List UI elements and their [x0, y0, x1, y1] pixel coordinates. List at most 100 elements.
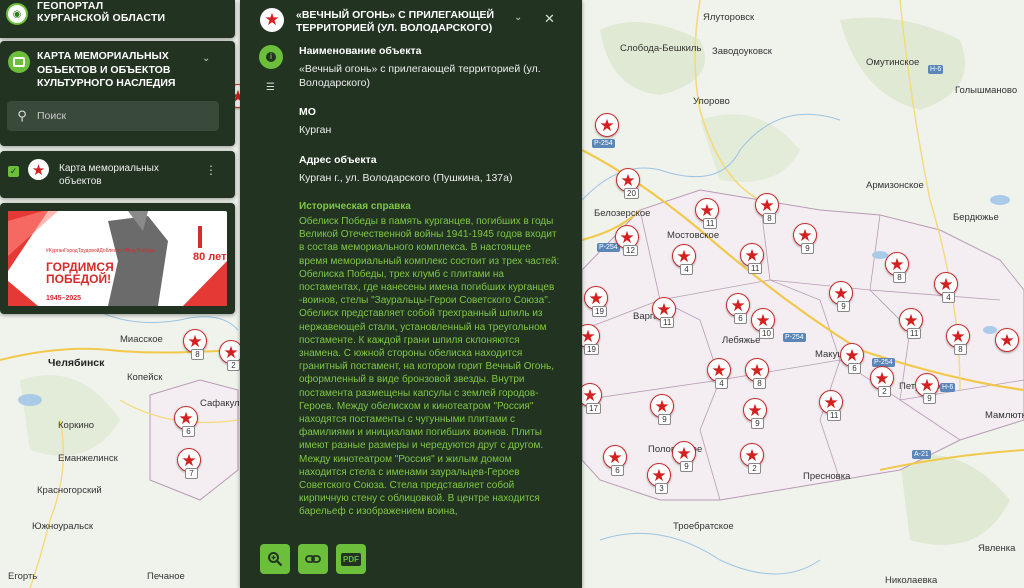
memorial-marker[interactable]: ★ 11 [899, 308, 923, 339]
chevron-down-icon[interactable]: ⌄ [514, 12, 522, 23]
place-label: Миасское [120, 334, 163, 345]
memorial-marker[interactable]: ★ 8 [946, 324, 970, 355]
marker-count: 19 [584, 344, 599, 355]
marker-count: 8 [954, 344, 967, 355]
memorial-marker[interactable]: ★ 9 [793, 223, 817, 254]
memorial-marker[interactable]: ★ 4 [934, 272, 958, 303]
memorial-marker[interactable]: ★ 2 [740, 443, 764, 474]
map-layers-icon [8, 51, 30, 73]
layer-checkbox[interactable]: ✓ [8, 166, 19, 177]
place-label: Омутинское [866, 57, 920, 68]
history-label: Историческая справка [299, 201, 411, 212]
marker-count: 8 [753, 378, 766, 389]
more-options-icon[interactable]: ⋮ [205, 163, 217, 177]
road-label: Р-254 [783, 333, 806, 342]
close-icon[interactable]: ✕ [544, 11, 555, 27]
memorial-marker[interactable]: ★ 4 [672, 244, 696, 275]
copy-link-button[interactable] [298, 544, 328, 574]
marker-count: 9 [837, 301, 850, 312]
memorial-marker[interactable]: ★ 9 [915, 373, 939, 404]
memorial-marker[interactable]: ★ 8 [885, 252, 909, 283]
marker-count: 8 [893, 272, 906, 283]
detail-actions: PDF [260, 544, 366, 574]
place-label: Ялуторовск [703, 12, 755, 23]
memorial-marker[interactable]: ★ 4 [707, 358, 731, 389]
marker-count: 9 [751, 418, 764, 429]
red-star-icon: ★ [995, 328, 1019, 352]
place-label: Николаевка [885, 575, 938, 586]
memorial-marker[interactable]: ★ 20 [616, 168, 640, 199]
history-text: Обелиск Победы в память курганцев, погиб… [299, 216, 560, 518]
place-label: Упорово [693, 96, 730, 107]
marker-count: 2 [748, 463, 761, 474]
search-input[interactable] [37, 110, 207, 122]
chevron-down-icon[interactable]: ⌄ [202, 53, 210, 64]
place-label: Копейск [127, 372, 163, 383]
road-label: Н-6 [928, 65, 944, 74]
memorial-marker[interactable]: ★ 11 [740, 243, 764, 274]
memorial-marker[interactable]: ★ 6 [174, 406, 198, 437]
info-tab-icon[interactable]: i [259, 45, 283, 69]
memorial-marker[interactable]: ★ 6 [726, 293, 750, 324]
place-label: Егорть [8, 571, 38, 582]
app-header: ◉ ГЕОПОРТАЛ КУРГАНСКОЙ ОБЛАСТИ [0, 0, 235, 38]
marker-count: 11 [827, 410, 842, 421]
memorial-marker[interactable]: ★ 8 [755, 193, 779, 224]
red-star-icon: ★ [595, 113, 619, 137]
field-value: «Вечный огонь» с прилегающей территорией… [299, 63, 541, 89]
place-label: Еманжелинск [58, 453, 118, 464]
marker-count: 10 [759, 328, 774, 339]
memorial-marker[interactable]: ★ 6 [603, 445, 627, 476]
app-title[interactable]: ГЕОПОРТАЛ КУРГАНСКОЙ ОБЛАСТИ [37, 0, 165, 24]
layer-panel: КАРТА МЕМОРИАЛЬНЫХ ОБЪЕКТОВ И ОБЪЕКТОВ К… [0, 41, 235, 146]
memorial-marker[interactable]: ★ 19 [584, 286, 608, 317]
layer-item-label: Карта мемориальных объектов [59, 163, 159, 187]
memorial-marker[interactable]: ★ 9 [829, 281, 853, 312]
marker-count: 7 [185, 468, 198, 479]
place-label: Троебратское [673, 521, 734, 532]
field-label: Наименование объекта [299, 45, 422, 57]
memorial-marker[interactable]: ★ 6 [840, 343, 864, 374]
search-icon: ⚲ [17, 108, 27, 123]
memorial-marker[interactable]: ★ 8 [183, 329, 207, 360]
field-value: Курган г., ул. Володарского (Пушкина, 13… [299, 171, 513, 184]
marker-count: 12 [623, 245, 638, 256]
memorial-marker[interactable]: ★ 9 [650, 394, 674, 425]
memorial-marker[interactable]: ★ 10 [751, 308, 775, 339]
memorial-marker[interactable]: ★ [995, 328, 1019, 358]
memorial-marker[interactable]: ★ 11 [652, 297, 676, 328]
victory-banner[interactable]: #КурганГородТрудовойДоблести #ВекуПобеды… [8, 211, 227, 306]
memorial-marker[interactable]: ★ 3 [647, 463, 671, 494]
marker-count: 4 [680, 264, 693, 275]
marker-count: 9 [923, 393, 936, 404]
export-pdf-button[interactable]: PDF [336, 544, 366, 574]
memorial-marker[interactable]: ★ 11 [695, 198, 719, 229]
layer-item[interactable]: ✓ ★ Карта мемориальных объектов ⋮ [0, 151, 235, 198]
list-tab-icon[interactable]: ☰ [266, 83, 275, 93]
object-detail-panel: ★ «ВЕЧНЫЙ ОГОНЬ» С ПРИЛЕГАЮЩЕЙ ТЕРРИТОРИ… [240, 0, 582, 588]
search-box[interactable]: ⚲ [7, 101, 219, 131]
marker-count: 20 [624, 188, 639, 199]
place-label: Южноуральск [32, 521, 93, 532]
detail-body[interactable]: Наименование объекта «Вечный огонь» с пр… [299, 44, 561, 534]
memorial-marker[interactable]: ★ 9 [743, 398, 767, 429]
marker-count: 11 [660, 317, 675, 328]
memorial-marker[interactable]: ★ 2 [870, 366, 894, 397]
place-label: Челябинск [48, 357, 105, 369]
red-star-icon: ★ [28, 159, 49, 180]
banner-panel: #КурганГородТрудовойДоблести #ВекуПобеды… [0, 203, 235, 314]
zoom-to-object-button[interactable] [260, 544, 290, 574]
zoom-icon [268, 552, 283, 567]
memorial-marker[interactable]: ★ [595, 113, 619, 143]
emblem-icon[interactable]: ◉ [6, 3, 28, 25]
marker-count: 2 [227, 360, 240, 371]
marker-count: 6 [611, 465, 624, 476]
memorial-marker[interactable]: ★ 8 [745, 358, 769, 389]
memorial-marker[interactable]: ★ 11 [819, 390, 843, 421]
memorial-marker[interactable]: ★ 9 [672, 441, 696, 472]
marker-count: 19 [592, 306, 607, 317]
memorial-marker[interactable]: ★ 7 [177, 448, 201, 479]
memorial-marker[interactable]: ★ 12 [615, 225, 639, 256]
marker-count: 4 [942, 292, 955, 303]
place-label: Бердюжье [953, 212, 999, 223]
